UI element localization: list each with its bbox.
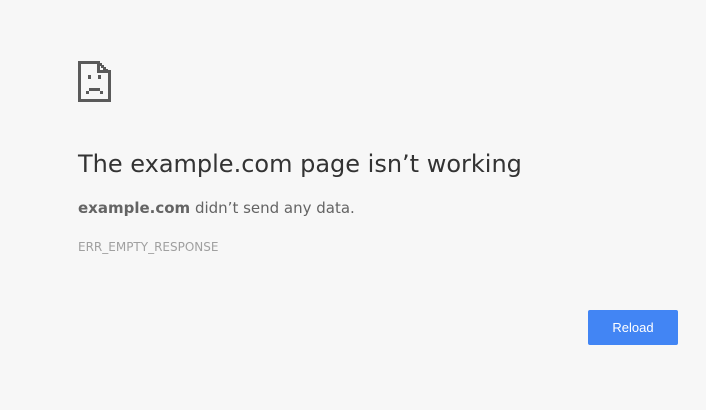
page-title: The example.com page isn’t working — [78, 150, 522, 178]
error-summary: example.com didn’t send any data. — [78, 198, 355, 218]
error-code: ERR_EMPTY_RESPONSE — [78, 240, 219, 254]
sad-page-icon — [78, 61, 111, 102]
summary-message: didn’t send any data. — [190, 199, 355, 217]
host-name: example.com — [78, 199, 191, 217]
reload-button[interactable]: Reload — [588, 310, 678, 345]
